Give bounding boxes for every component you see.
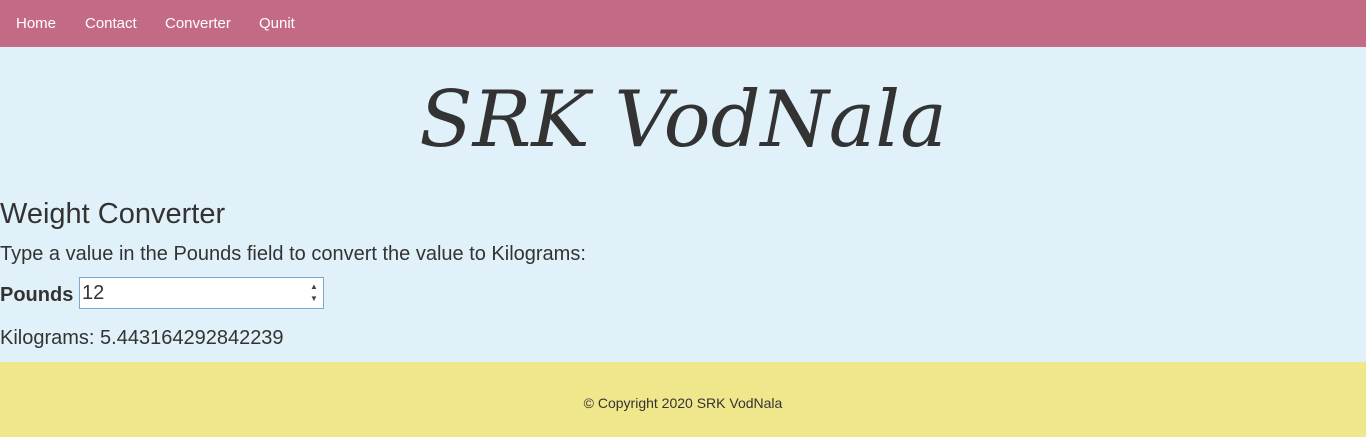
kilograms-result: Kilograms: 5.443164292842239: [0, 326, 284, 350]
footer: © Copyright 2020 SRK VodNala: [0, 362, 1366, 437]
spin-up-icon[interactable]: ▲: [308, 281, 320, 293]
pounds-input[interactable]: [82, 281, 304, 305]
kilograms-label: Kilograms:: [0, 327, 101, 349]
pounds-field[interactable]: ▲ ▼: [79, 277, 324, 309]
site-brand-title: SRK VodNala: [419, 75, 947, 165]
page-title: Weight Converter: [0, 198, 226, 230]
spin-down-icon[interactable]: ▼: [308, 293, 320, 305]
nav-link-home[interactable]: Home: [16, 15, 56, 32]
kilograms-value: 5.443164292842239: [100, 327, 284, 349]
main-content: SRK VodNala Weight Converter Type a valu…: [0, 47, 1366, 362]
navbar: Home Contact Converter Qunit: [0, 0, 1366, 47]
number-spinner[interactable]: ▲ ▼: [308, 281, 320, 305]
nav-link-qunit[interactable]: Qunit: [259, 15, 295, 32]
copyright-text: © Copyright 2020 SRK VodNala: [583, 395, 783, 411]
pounds-label: Pounds: [0, 284, 74, 306]
nav-link-converter[interactable]: Converter: [165, 15, 231, 32]
nav-link-contact[interactable]: Contact: [85, 15, 137, 32]
instructions-text: Type a value in the Pounds field to conv…: [0, 243, 586, 265]
